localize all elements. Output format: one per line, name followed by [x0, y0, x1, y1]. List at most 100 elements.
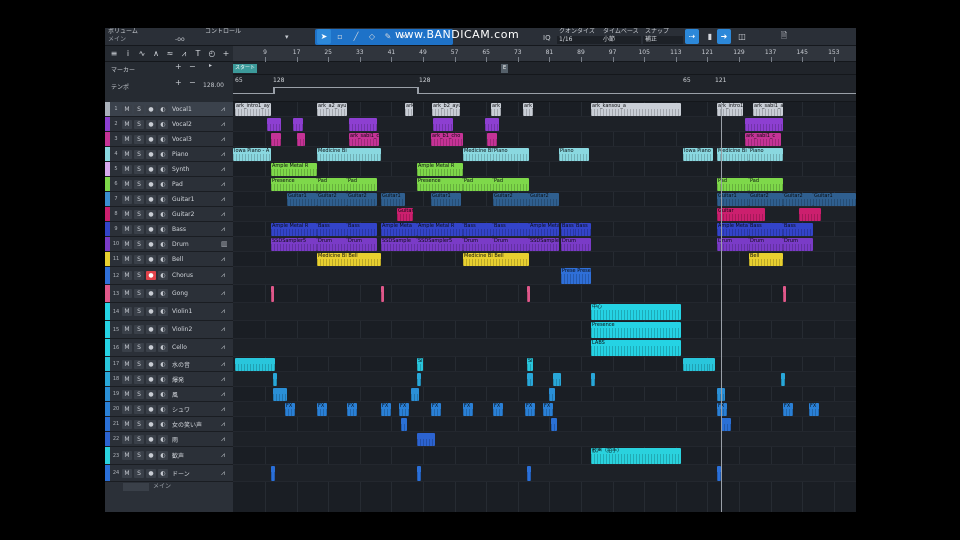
- clip[interactable]: Iowa Piano - A: [233, 148, 271, 161]
- track-lane[interactable]: [233, 267, 856, 285]
- monitor-button[interactable]: ◐: [158, 404, 168, 414]
- clip[interactable]: [799, 208, 821, 221]
- mute-button[interactable]: M: [122, 343, 132, 352]
- solo-button[interactable]: S: [134, 271, 144, 280]
- solo-button[interactable]: S: [134, 179, 144, 189]
- record-arm-button[interactable]: ●: [146, 325, 156, 334]
- track-name[interactable]: Vocal2: [172, 121, 221, 128]
- clip[interactable]: Guitar2: [347, 193, 377, 206]
- clip[interactable]: [417, 433, 435, 446]
- clip[interactable]: Guitar1: [287, 193, 317, 206]
- solo-button[interactable]: S: [134, 404, 144, 414]
- clip[interactable]: Medicine Bi: [317, 148, 381, 161]
- clip[interactable]: ark_b: [491, 103, 501, 116]
- track-name[interactable]: ドーン: [172, 469, 221, 478]
- clip[interactable]: Guitar1: [431, 193, 461, 206]
- clip[interactable]: FX: [783, 403, 793, 416]
- clip[interactable]: Sim: [417, 358, 423, 371]
- mute-button[interactable]: M: [122, 404, 132, 414]
- volume-value[interactable]: -oo: [175, 36, 185, 44]
- clip[interactable]: [293, 118, 303, 131]
- solo-button[interactable]: S: [134, 164, 144, 174]
- track-lane[interactable]: [233, 417, 856, 432]
- solo-button[interactable]: S: [134, 359, 144, 369]
- clip[interactable]: [381, 286, 384, 302]
- track-header[interactable]: 3 M S ● ◐ Vocal3 ⩘: [105, 132, 233, 147]
- track-name[interactable]: Piano: [172, 151, 221, 158]
- solo-button[interactable]: S: [134, 289, 144, 298]
- mute-button[interactable]: M: [122, 419, 132, 429]
- clip[interactable]: Guitar1: [813, 193, 856, 206]
- marker-end[interactable]: E: [501, 64, 509, 73]
- record-arm-button[interactable]: ●: [146, 419, 156, 429]
- record-arm-button[interactable]: ●: [146, 209, 156, 219]
- track-name[interactable]: Vocal1: [172, 106, 221, 113]
- record-arm-button[interactable]: ●: [146, 307, 156, 316]
- solo-button[interactable]: S: [134, 254, 144, 264]
- clip[interactable]: Piano: [493, 148, 529, 161]
- track-lane[interactable]: [233, 339, 856, 357]
- monitor-button[interactable]: ◐: [158, 343, 168, 352]
- clip[interactable]: Guitar: [717, 208, 765, 221]
- playhead[interactable]: [721, 102, 722, 512]
- clip[interactable]: Bass: [783, 223, 813, 236]
- clip[interactable]: [271, 466, 275, 481]
- clip[interactable]: Guitar2: [529, 193, 559, 206]
- clip[interactable]: SSDSampler5: [271, 238, 317, 251]
- clip[interactable]: Drum: [463, 238, 493, 251]
- clip[interactable]: [721, 418, 731, 431]
- clip[interactable]: [553, 373, 561, 386]
- record-arm-button[interactable]: ●: [146, 434, 156, 444]
- track-header[interactable]: 1 M S ● ◐ Vocal1 ⩘: [105, 102, 233, 117]
- clip[interactable]: Guitar2: [493, 193, 529, 206]
- track-lane[interactable]: [233, 285, 856, 303]
- clip[interactable]: ark_sabi1_ay: [753, 103, 783, 116]
- track-header[interactable]: 4 M S ● ◐ Piano ⩘: [105, 147, 233, 162]
- monitor-button[interactable]: ◐: [158, 224, 168, 234]
- clip[interactable]: ark_b1_cho: [431, 133, 463, 146]
- clip[interactable]: [551, 418, 557, 431]
- mute-button[interactable]: M: [122, 164, 132, 174]
- monitor-button[interactable]: ◐: [158, 179, 168, 189]
- record-arm-button[interactable]: ●: [146, 468, 156, 478]
- track-name[interactable]: 風: [172, 390, 221, 399]
- clip[interactable]: Bass: [347, 223, 377, 236]
- clip[interactable]: Guitar2: [783, 193, 813, 206]
- record-arm-button[interactable]: ●: [146, 289, 156, 298]
- clip[interactable]: Ample Metal R: [271, 163, 317, 176]
- solo-button[interactable]: S: [134, 325, 144, 334]
- clip[interactable]: Iowa Piano: [683, 148, 713, 161]
- clip[interactable]: [549, 388, 555, 401]
- track-name[interactable]: 爆発: [172, 375, 221, 384]
- solo-button[interactable]: S: [134, 389, 144, 399]
- clip[interactable]: Bell: [749, 253, 783, 266]
- clip[interactable]: Medicine Bi: [463, 148, 493, 161]
- clip[interactable]: 歓声（拍手）: [591, 448, 681, 464]
- solo-button[interactable]: S: [134, 104, 144, 114]
- envelope-icon[interactable]: ∧: [149, 46, 163, 61]
- clip[interactable]: [709, 358, 715, 371]
- clip[interactable]: Bass: [317, 223, 347, 236]
- solo-button[interactable]: S: [134, 119, 144, 129]
- track-header[interactable]: 7 M S ● ◐ Guitar1 ⩘: [105, 192, 233, 207]
- mute-button[interactable]: M: [122, 224, 132, 234]
- clip[interactable]: Ample Meta: [529, 223, 559, 236]
- clip[interactable]: Piano: [749, 148, 783, 161]
- mute-button[interactable]: M: [122, 389, 132, 399]
- dropdown-arrow-icon[interactable]: ▾: [285, 33, 289, 41]
- track-header[interactable]: 5 M S ● ◐ Synth ⩘: [105, 162, 233, 177]
- clip[interactable]: Presence: [271, 178, 317, 191]
- track-lane[interactable]: [233, 432, 856, 447]
- clip[interactable]: Ample Meta: [381, 223, 417, 236]
- clip[interactable]: LABS: [591, 340, 681, 356]
- monitor-button[interactable]: ◐: [158, 374, 168, 384]
- clip[interactable]: Ample Metal R: [417, 163, 463, 176]
- info-icon[interactable]: i: [121, 46, 135, 61]
- clip[interactable]: [273, 373, 277, 386]
- monitor-button[interactable]: ◐: [158, 419, 168, 429]
- track-header[interactable]: 6 M S ● ◐ Pad ⩘: [105, 177, 233, 192]
- tempo-track[interactable]: 65 128 128 65 121: [233, 75, 856, 102]
- clip[interactable]: ark_sabi1_c: [349, 133, 379, 146]
- track-header[interactable]: 14 M S ● ◐ Violin1 ⩘: [105, 303, 233, 321]
- track-name[interactable]: シュワ: [172, 405, 221, 414]
